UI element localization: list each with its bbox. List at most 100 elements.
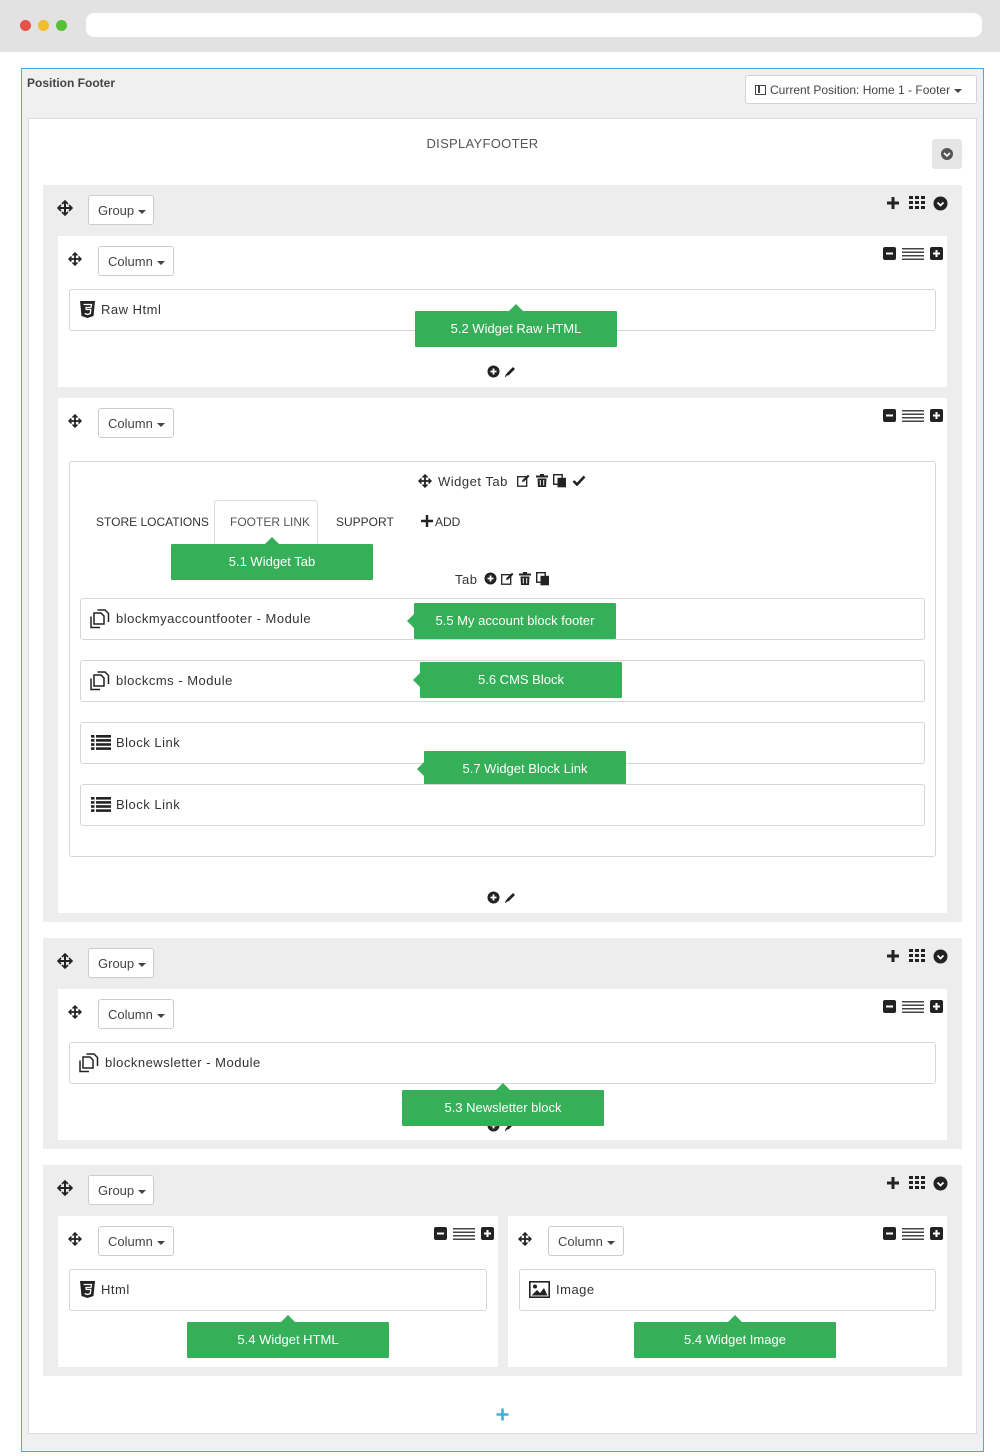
grid-icon[interactable] <box>909 949 925 963</box>
newsletter-module-label: blocknewsletter - Module <box>105 1055 261 1070</box>
move-column-icon[interactable] <box>68 1232 82 1246</box>
group-label: Group <box>98 956 135 971</box>
column-dropdown[interactable]: Column <box>98 246 174 276</box>
move-column-icon[interactable] <box>518 1232 532 1246</box>
column-width-icon[interactable] <box>902 248 924 260</box>
grid-icon[interactable] <box>909 196 925 210</box>
html5-icon <box>80 301 95 318</box>
column-dropdown[interactable]: Column <box>98 1226 174 1256</box>
minus-box-icon[interactable] <box>883 409 896 422</box>
chevron-down-icon <box>138 1189 147 1194</box>
group-dropdown[interactable]: Group <box>88 1175 154 1205</box>
block-link-widget-2[interactable] <box>80 784 925 826</box>
minus-box-icon[interactable] <box>883 1000 896 1013</box>
duplicate-icon[interactable] <box>553 474 567 488</box>
widget-tab-title: Widget Tab <box>438 474 508 489</box>
plus-icon <box>421 515 433 527</box>
html-widget-label: Html <box>101 1282 130 1297</box>
column-width-icon[interactable] <box>902 1228 924 1240</box>
move-group-icon[interactable] <box>57 200 73 216</box>
address-bar[interactable] <box>86 13 982 37</box>
move-group-icon[interactable] <box>57 1180 73 1196</box>
column-width-icon[interactable] <box>902 1001 924 1013</box>
plus-box-icon[interactable] <box>930 409 943 422</box>
plus-box-icon[interactable] <box>930 247 943 260</box>
chevron-down-icon <box>606 1240 615 1245</box>
list-icon <box>91 735 111 750</box>
minus-box-icon[interactable] <box>883 247 896 260</box>
maximize-window-dot[interactable] <box>56 20 67 31</box>
column-dropdown[interactable]: Column <box>548 1226 624 1256</box>
pencil-icon[interactable] <box>504 365 517 378</box>
add-widget-icon[interactable] <box>487 891 500 904</box>
add-circle-icon[interactable] <box>484 572 497 585</box>
add-widget-icon[interactable] <box>487 365 500 378</box>
edit-icon[interactable] <box>501 572 514 585</box>
column-label: Column <box>108 1007 153 1022</box>
check-icon[interactable] <box>572 474 586 487</box>
image-widget-label: Image <box>556 1282 595 1297</box>
callout-html: 5.4 Widget HTML <box>187 1315 389 1358</box>
move-column-icon[interactable] <box>68 252 82 266</box>
module-icon <box>90 671 110 691</box>
minimize-window-dot[interactable] <box>38 20 49 31</box>
tab-label: Tab <box>455 572 478 587</box>
position-title: Position Footer <box>27 76 115 90</box>
move-column-icon[interactable] <box>68 414 82 428</box>
column-width-icon[interactable] <box>453 1228 475 1240</box>
trash-icon[interactable] <box>519 572 531 585</box>
html-widget[interactable] <box>69 1269 487 1311</box>
arrow-down-circle-icon <box>941 148 953 160</box>
move-widget-icon[interactable] <box>418 474 432 488</box>
list-icon <box>91 797 111 812</box>
duplicate-icon[interactable] <box>536 572 550 586</box>
move-column-icon[interactable] <box>68 1005 82 1019</box>
chevron-down-icon <box>138 962 147 967</box>
move-group-icon[interactable] <box>57 953 73 969</box>
arrow-down-circle-icon[interactable] <box>933 1176 948 1191</box>
column-dropdown[interactable]: Column <box>98 999 174 1029</box>
current-position-label: Current Position: Home 1 - Footer <box>770 83 951 97</box>
tab-store-locations[interactable]: STORE LOCATIONS <box>96 515 209 529</box>
chevron-down-icon <box>954 88 963 93</box>
tab-support[interactable]: SUPPORT <box>336 515 394 529</box>
column-dropdown[interactable]: Column <box>98 408 174 438</box>
callout-image: 5.4 Widget Image <box>634 1315 836 1358</box>
image-icon <box>529 1281 550 1298</box>
add-column-icon[interactable] <box>886 1176 900 1190</box>
hook-name: DISPLAYFOOTER <box>426 136 539 151</box>
tab-add[interactable]: ADD <box>435 515 460 529</box>
arrow-down-circle-icon[interactable] <box>933 196 948 211</box>
hook-toggle-button[interactable] <box>932 139 962 169</box>
callout-newsletter: 5.3 Newsletter block <box>402 1083 604 1126</box>
add-column-icon[interactable] <box>886 949 900 963</box>
pencil-icon[interactable] <box>504 891 517 904</box>
plus-box-icon[interactable] <box>481 1227 494 1240</box>
column-width-icon[interactable] <box>902 410 924 422</box>
callout-myaccount: 5.5 My account block footer <box>407 603 616 639</box>
column-label: Column <box>108 416 153 431</box>
group-dropdown[interactable]: Group <box>88 948 154 978</box>
add-group-icon[interactable] <box>496 1408 509 1421</box>
edit-icon[interactable] <box>517 474 530 487</box>
trash-icon[interactable] <box>536 474 548 487</box>
plus-box-icon[interactable] <box>930 1000 943 1013</box>
callout-widget-tab: 5.1 Widget Tab <box>171 537 373 580</box>
add-column-icon[interactable] <box>886 196 900 210</box>
column-label: Column <box>108 254 153 269</box>
column-label: Column <box>558 1234 603 1249</box>
chevron-down-icon <box>156 260 165 265</box>
blockcms-module-label: blockcms - Module <box>116 673 233 688</box>
plus-box-icon[interactable] <box>930 1227 943 1240</box>
arrow-down-circle-icon[interactable] <box>933 949 948 964</box>
grid-icon[interactable] <box>909 1176 925 1190</box>
minus-box-icon[interactable] <box>883 1227 896 1240</box>
module-icon <box>90 609 110 629</box>
current-position-dropdown[interactable]: Current Position: Home 1 - Footer <box>745 75 977 104</box>
group-dropdown[interactable]: Group <box>88 195 154 225</box>
tab-footer-link-label: FOOTER LINK <box>230 515 311 529</box>
html5-icon <box>80 1281 95 1298</box>
callout-block-link: 5.7 Widget Block Link <box>417 751 626 787</box>
minus-box-icon[interactable] <box>434 1227 447 1240</box>
close-window-dot[interactable] <box>20 20 31 31</box>
